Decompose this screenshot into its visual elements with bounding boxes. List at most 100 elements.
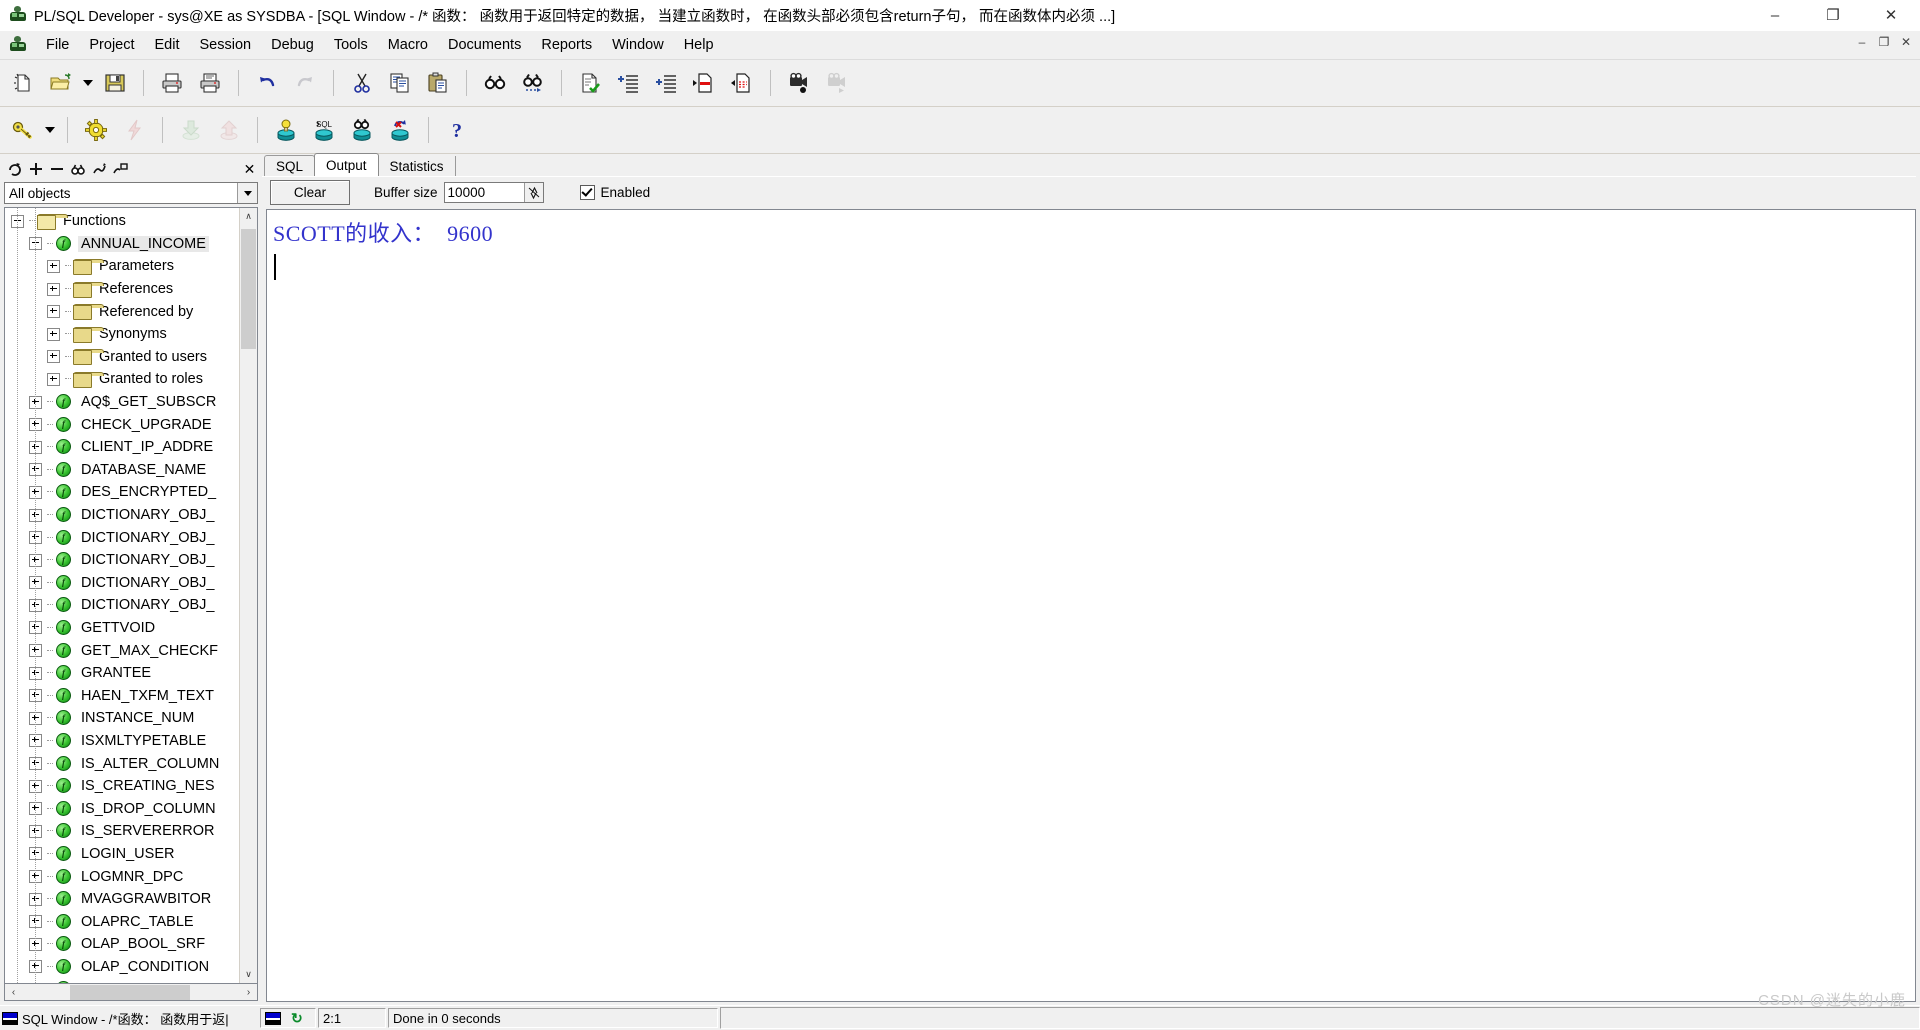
help-icon[interactable]: ? — [438, 111, 476, 149]
menu-item-edit[interactable]: Edit — [145, 34, 190, 56]
minimize-button[interactable]: – — [1746, 0, 1804, 30]
expand-node-icon[interactable] — [47, 305, 60, 319]
buffer-size-input[interactable]: 10000 — [443, 181, 544, 203]
tree-node[interactable]: f HAEN_TXFM_TEXT — [5, 684, 239, 707]
scroll-left-button[interactable]: ‹ — [5, 985, 22, 1000]
tree-node[interactable]: f DICTIONARY_OBJ_ — [5, 526, 239, 549]
tree-node[interactable]: Granted to roles — [5, 368, 239, 391]
collapse-all-icon[interactable] — [46, 158, 67, 180]
output-text-area[interactable]: SCOTT的收入： 9600 — [266, 209, 1916, 1002]
print-preview-icon[interactable] — [191, 64, 229, 102]
indent-icon[interactable] — [609, 64, 647, 102]
chevron-down-icon[interactable] — [237, 183, 257, 203]
browser-folders-icon[interactable] — [109, 158, 130, 180]
sql-window-icon[interactable]: SQL — [305, 111, 343, 149]
tree-node[interactable]: f DICTIONARY_OBJ_ — [5, 504, 239, 527]
tree-node[interactable]: f DICTIONARY_OBJ_ — [5, 594, 239, 617]
redo-icon[interactable] — [286, 64, 324, 102]
scroll-thumb[interactable] — [241, 229, 256, 349]
expand-node-icon[interactable] — [47, 350, 60, 364]
tree-node[interactable]: f ANNUAL_INCOME — [5, 233, 239, 256]
mdi-minimize-button[interactable]: – — [1852, 33, 1872, 51]
record-macro-icon[interactable] — [780, 64, 818, 102]
clear-button[interactable]: Clear — [270, 179, 350, 205]
menu-item-project[interactable]: Project — [79, 34, 144, 56]
commit-icon[interactable] — [172, 111, 210, 149]
menu-item-macro[interactable]: Macro — [378, 34, 438, 56]
mdi-restore-button[interactable]: ❐ — [1874, 33, 1894, 51]
status-document[interactable]: SQL Window - /*函数： 函数用于返| — [0, 1008, 258, 1028]
login-dropdown-arrow-icon[interactable] — [42, 111, 58, 149]
comment-icon[interactable] — [685, 64, 723, 102]
menu-item-session[interactable]: Session — [190, 34, 262, 56]
refresh-icon[interactable] — [4, 158, 25, 180]
tab-sql[interactable]: SQL — [264, 155, 316, 176]
scroll-down-button[interactable]: ∨ — [240, 966, 257, 983]
filter-objects-icon[interactable] — [88, 158, 109, 180]
tree-node[interactable]: f LOGIN_USER — [5, 843, 239, 866]
find-icon[interactable] — [476, 64, 514, 102]
outdent-icon[interactable] — [647, 64, 685, 102]
explain-plan-icon[interactable] — [267, 111, 305, 149]
tree-node[interactable]: f DICTIONARY_OBJ_ — [5, 572, 239, 595]
tree-node[interactable]: f DATABASE_NAME — [5, 459, 239, 482]
tree-node[interactable]: f OLAP_CONDITION — [5, 956, 239, 979]
hscroll-track[interactable] — [22, 984, 240, 1000]
rollback-icon[interactable] — [210, 111, 248, 149]
session-gear-icon[interactable] — [77, 111, 115, 149]
tree-node[interactable]: f IS_DROP_COLUMN — [5, 797, 239, 820]
tree-node[interactable]: f GRANTEE — [5, 662, 239, 685]
undo-icon[interactable] — [248, 64, 286, 102]
tree-node[interactable]: f IS_CREATING_NES — [5, 775, 239, 798]
close-button[interactable]: ✕ — [1862, 0, 1920, 30]
expand-node-icon[interactable] — [47, 372, 60, 386]
tree-horizontal-scrollbar[interactable]: ‹ › — [4, 984, 258, 1001]
enabled-checkbox-group[interactable]: Enabled — [579, 184, 650, 200]
tree-node[interactable]: f CLIENT_IP_ADDRE — [5, 436, 239, 459]
maximize-button[interactable]: ❐ — [1804, 0, 1862, 30]
tree-node[interactable]: f MVAGGRAWBITOR — [5, 888, 239, 911]
tree-node[interactable]: f INSTANCE_NUM — [5, 707, 239, 730]
tree-node[interactable]: Synonyms — [5, 323, 239, 346]
menu-item-help[interactable]: Help — [674, 34, 724, 56]
tree-node[interactable]: References — [5, 278, 239, 301]
find-database-objects-icon[interactable] — [343, 111, 381, 149]
find-object-icon[interactable] — [67, 158, 88, 180]
new-icon[interactable] — [4, 64, 42, 102]
menu-item-file[interactable]: File — [36, 34, 79, 56]
tree-node[interactable]: f IS_ALTER_COLUMN — [5, 752, 239, 775]
tab-output[interactable]: Output — [314, 153, 379, 176]
cut-icon[interactable] — [343, 64, 381, 102]
tab-statistics[interactable]: Statistics — [377, 156, 456, 176]
tree-node[interactable]: Functions — [5, 210, 239, 233]
hscroll-thumb[interactable] — [70, 984, 190, 1000]
find-next-icon[interactable] — [514, 64, 552, 102]
tree-node[interactable]: f ISXMLTYPETABLE — [5, 730, 239, 753]
tree-node[interactable]: f CHECK_UPGRADE — [5, 413, 239, 436]
mdi-app-icon[interactable] — [8, 35, 28, 55]
uncomment-icon[interactable] — [723, 64, 761, 102]
enabled-checkbox[interactable] — [579, 184, 595, 200]
tree-node[interactable]: f AQ$_GET_SUBSCR — [5, 391, 239, 414]
tree-node[interactable]: f LOGMNR_DPC — [5, 865, 239, 888]
open-dropdown-arrow-icon[interactable] — [80, 64, 96, 102]
expand-all-icon[interactable] — [25, 158, 46, 180]
menu-item-tools[interactable]: Tools — [324, 34, 378, 56]
expand-node-icon[interactable] — [47, 259, 60, 273]
tree-node[interactable]: f OLAP_BOOL_SRF — [5, 933, 239, 956]
expand-node-icon[interactable] — [47, 282, 60, 296]
print-icon[interactable] — [153, 64, 191, 102]
paste-icon[interactable] — [419, 64, 457, 102]
close-browser-icon[interactable]: ✕ — [239, 158, 260, 180]
tree-node[interactable]: f DICTIONARY_OBJ_ — [5, 549, 239, 572]
tree-node[interactable]: f GET_MAX_CHECKF — [5, 639, 239, 662]
login-key-icon[interactable] — [4, 111, 42, 149]
tree-node[interactable]: f IS_SERVERERROR — [5, 820, 239, 843]
tree-node[interactable]: Granted to users — [5, 346, 239, 369]
expand-node-icon[interactable] — [47, 327, 60, 341]
object-filter-dropdown[interactable]: All objects — [4, 182, 258, 204]
tree-node[interactable]: f OLAP_DATE_SRF — [5, 978, 239, 983]
check-syntax-icon[interactable] — [571, 64, 609, 102]
play-macro-icon[interactable] — [818, 64, 856, 102]
tree-node[interactable]: f OLAPRC_TABLE — [5, 910, 239, 933]
